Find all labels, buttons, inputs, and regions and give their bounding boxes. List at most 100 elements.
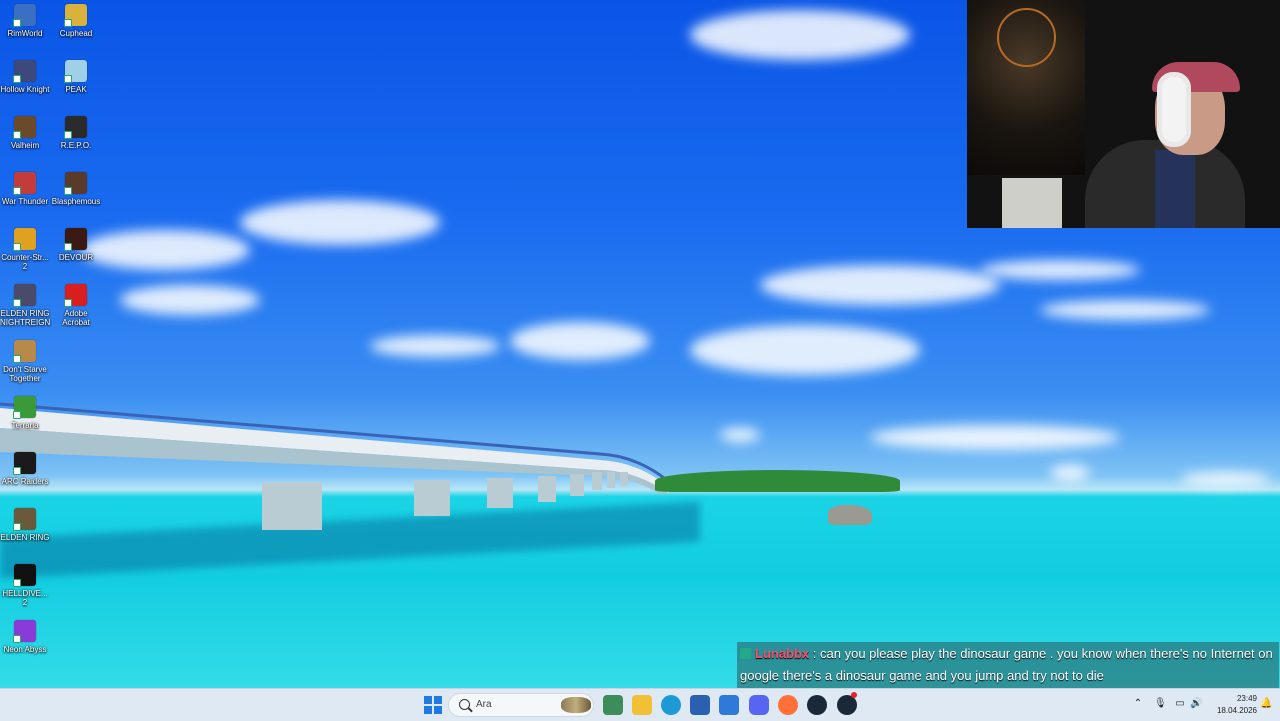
desktop-icon-elden-ring-nightreign[interactable]: ELDEN RING NIGHTREIGN [0, 280, 50, 327]
desktop-icon-label: HELLDIVE... 2 [2, 589, 48, 607]
cloud [1040, 300, 1210, 320]
desktop-icon-war-thunder[interactable]: War Thunder [0, 168, 50, 206]
volume-icon[interactable]: 🔊 [1190, 698, 1202, 710]
desktop-icon-label: R.E.P.O. [60, 141, 92, 150]
counter-strike-icon [13, 228, 36, 251]
desktop-icon-valheim[interactable]: Valheim [0, 112, 50, 150]
search-icon [459, 699, 470, 710]
repo-icon [64, 116, 87, 139]
desktop-icon-label: RimWorld [7, 29, 43, 38]
store-icon[interactable] [690, 695, 710, 715]
chat-separator: : [809, 646, 821, 661]
taskbar-search-box[interactable]: Ara [448, 693, 594, 717]
peak-icon [64, 60, 87, 83]
cloud [80, 230, 250, 270]
adobe-acrobat-icon [64, 284, 87, 307]
helldivers-icon [13, 564, 36, 587]
cloud [690, 325, 920, 375]
cloud [370, 335, 500, 357]
webcam-overlay [967, 0, 1280, 228]
network-icon[interactable]: ▭ [1174, 698, 1186, 710]
firefox-icon[interactable] [778, 695, 798, 715]
taskbar: Ara ⌃ 🎙 ▭ 🔊 23:49 18.04.2026 🔔 [0, 688, 1280, 721]
discord-icon[interactable] [749, 695, 769, 715]
desktop-icon-label: ARC Raiders [1, 477, 49, 486]
cloud [1050, 465, 1090, 481]
valheim-icon [13, 116, 36, 139]
desktop-icon-counter-strike[interactable]: Counter-Str... 2 [0, 224, 50, 271]
desktop-icon-rimworld[interactable]: RimWorld [0, 0, 50, 38]
clock-date: 18.04.2026 [1216, 706, 1257, 715]
desktop-icon-elden-ring[interactable]: ELDEN RING [0, 504, 50, 542]
clock-time: 23:49 [1236, 694, 1257, 703]
chat-username: Lunabbx [755, 646, 810, 661]
rimworld-icon [13, 4, 36, 27]
neon-abyss-icon [13, 620, 36, 643]
desktop-icon-devour[interactable]: DEVOUR [51, 224, 101, 262]
cloud [1180, 472, 1270, 486]
folder-icon[interactable] [632, 695, 652, 715]
microphone-icon[interactable]: 🎙 [1154, 698, 1167, 710]
headphones [1157, 72, 1191, 147]
devour-icon [64, 228, 87, 251]
radiator [1002, 178, 1062, 228]
terraria-icon [13, 396, 36, 419]
chat-message: Lunabbx : can you please play the dinosa… [737, 642, 1279, 688]
wall-poster [967, 0, 1085, 175]
desktop-icon-repo[interactable]: R.E.P.O. [51, 112, 101, 150]
desktop-icon-hollow-knight[interactable]: Hollow Knight [0, 56, 50, 94]
cloud [720, 428, 760, 442]
elden-ring-icon [13, 508, 36, 531]
desktop-icon-label: Blasphemous [51, 197, 101, 206]
desktop-icon-arc-raiders[interactable]: ARC Raiders [0, 448, 50, 486]
desktop-icon-label: Hollow Knight [0, 85, 50, 94]
war-thunder-icon [13, 172, 36, 195]
desktop-icon-label: Counter-Str... 2 [1, 253, 49, 271]
desktop-icon-label: ELDEN RING [0, 533, 50, 542]
cloud [760, 265, 1000, 305]
desktop-icon-helldivers[interactable]: HELLDIVE... 2 [0, 560, 50, 607]
desktop-icon-blasphemous[interactable]: Blasphemous [51, 168, 101, 206]
bridge [0, 402, 675, 530]
notification-badge [851, 692, 857, 698]
outlook-icon[interactable] [719, 695, 739, 715]
chevron-up-icon[interactable]: ⌃ [1132, 698, 1144, 710]
desktop-icon-adobe-acrobat[interactable]: Adobe Acrobat [51, 280, 101, 327]
island [655, 470, 900, 492]
desktop-icon-cuphead[interactable]: Cuphead [51, 0, 101, 38]
widgets-icon[interactable] [603, 695, 623, 715]
system-tray: ⌃ 🎙 ▭ 🔊 [1128, 689, 1208, 721]
rock [828, 505, 872, 525]
desktop-icon-label: DEVOUR [58, 253, 94, 262]
desktop-icon-label: Neon Abyss [3, 645, 47, 654]
steam-icon[interactable] [807, 695, 827, 715]
search-highlight-image [561, 697, 591, 713]
desktop-icon-label: PEAK [65, 85, 87, 94]
cloud [690, 10, 910, 60]
desktop-icon-terraria[interactable]: Terraria [0, 392, 50, 430]
desktop-icon-label: War Thunder [1, 197, 49, 206]
notifications-button[interactable]: 🔔 [1258, 689, 1274, 721]
arc-raiders-icon [13, 452, 36, 475]
steam-icon[interactable] [837, 695, 857, 715]
cloud [120, 285, 260, 315]
cloud [980, 260, 1140, 280]
elden-ring-nightreign-icon [13, 284, 36, 307]
desktop-icon-label: ELDEN RING NIGHTREIGN [0, 309, 51, 327]
desktop-icon-neon-abyss[interactable]: Neon Abyss [0, 616, 50, 654]
cloud [240, 200, 440, 245]
cuphead-icon [64, 4, 87, 27]
taskbar-clock[interactable]: 23:49 18.04.2026 [1205, 693, 1257, 717]
start-button[interactable] [424, 696, 442, 714]
bell-icon: 🔔 [1260, 698, 1273, 709]
desktop-icon-label: Don't Starve Together [3, 365, 47, 383]
desktop-icon-dont-starve[interactable]: Don't Starve Together [0, 336, 50, 383]
edge-icon[interactable] [661, 695, 681, 715]
desktop-icon-label: Valheim [10, 141, 40, 150]
blasphemous-icon [64, 172, 87, 195]
desktop-icon-label: Adobe Acrobat [62, 309, 90, 327]
desktop-icon-peak[interactable]: PEAK [51, 56, 101, 94]
hollow-knight-icon [13, 60, 36, 83]
dont-starve-icon [13, 340, 36, 363]
streamer-shirt [1155, 150, 1195, 228]
